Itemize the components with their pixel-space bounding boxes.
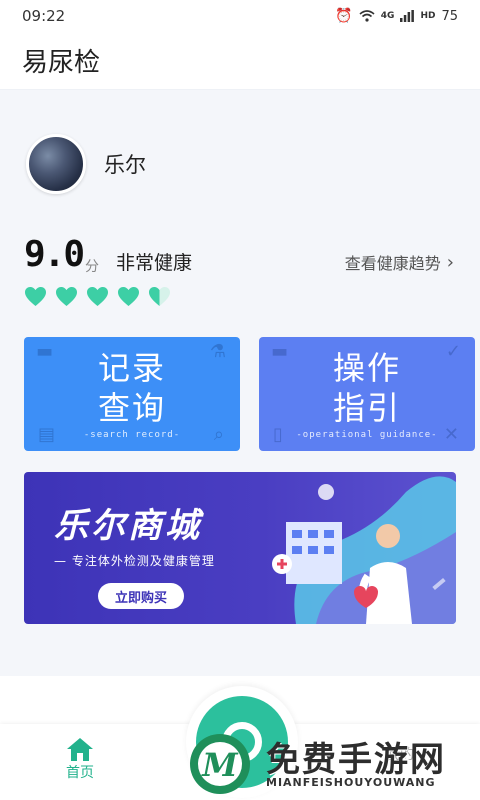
status-bar: 09:22 ⏰ 4G HD 75	[0, 0, 480, 32]
network-type-label: 4G	[380, 11, 395, 21]
heart-icon	[56, 286, 77, 307]
main-content: 乐尔 9.0 分 非常健康 查看健康趋势 › ▬ ⚗ ▤ ⌕ 记录 查询 -se…	[0, 90, 480, 676]
watermark-logo-icon: M	[190, 734, 250, 794]
phone-icon: ▯	[273, 424, 283, 445]
watermark-text: 免费手游网	[266, 740, 446, 780]
store-banner[interactable]: 乐尔商城 — 专注体外检测及健康管理 立即购买	[24, 472, 456, 624]
record-query-card[interactable]: ▬ ⚗ ▤ ⌕ 记录 查询 -search record-	[24, 337, 240, 451]
heart-icon	[25, 286, 46, 307]
hd-label: HD	[420, 11, 436, 21]
document-icon: ▤	[38, 424, 56, 445]
user-name: 乐尔	[104, 153, 146, 177]
minus-icon: ▬	[36, 341, 54, 362]
battery-level: 75	[441, 8, 458, 24]
home-icon	[67, 738, 93, 761]
heart-icon	[118, 286, 139, 307]
trend-link-label: 查看健康趋势	[344, 254, 441, 273]
check-icon: ✓	[445, 341, 461, 362]
nav-home[interactable]: 首页	[48, 736, 112, 782]
heart-icon	[149, 286, 170, 307]
minus-icon: ▬	[271, 341, 289, 362]
page-title: 易尿检	[22, 48, 101, 78]
operation-guide-title-line1: 操作	[332, 349, 401, 387]
status-icons: ⏰ 4G HD 75	[335, 8, 458, 24]
svg-text:M: M	[201, 746, 239, 784]
health-status-text: 非常健康	[116, 252, 193, 274]
wifi-icon	[359, 10, 375, 22]
banner-subtitle: — 专注体外检测及健康管理	[54, 554, 215, 568]
nav-home-label: 首页	[66, 765, 94, 781]
doctor-illustration	[272, 476, 456, 624]
record-query-subtitle: -search record-	[83, 430, 181, 440]
operation-guide-card[interactable]: ▬ ✓ ▯ ✕ 操作 指引 -operational guidance-	[259, 337, 475, 451]
search-icon: ⌕	[213, 424, 224, 445]
health-score-row: 9.0 分 非常健康 查看健康趋势 ›	[24, 234, 456, 278]
record-query-title-line2: 查询	[97, 389, 166, 427]
alarm-icon: ⏰	[335, 8, 353, 24]
close-icon: ✕	[443, 424, 459, 445]
operation-guide-title-line2: 指引	[332, 389, 401, 427]
banner-title: 乐尔商城	[54, 506, 202, 546]
health-score-unit: 分	[85, 259, 99, 275]
watermark-url: MIANFEISHOUYOUWANG	[266, 776, 436, 789]
view-health-trend-link[interactable]: 查看健康趋势 ›	[345, 250, 454, 274]
microscope-icon: ⚗	[209, 341, 226, 362]
health-score-value: 9.0	[24, 234, 85, 275]
buy-now-button[interactable]: 立即购买	[98, 583, 184, 609]
heart-icon	[87, 286, 108, 307]
user-profile[interactable]: 乐尔	[26, 134, 146, 194]
status-time: 09:22	[22, 7, 66, 25]
chevron-right-icon: ›	[446, 251, 454, 273]
signal-icon	[400, 10, 415, 22]
watermark: M 免费手游网 MIANFEISHOUYOUWANG	[186, 730, 476, 798]
heart-rating	[24, 286, 171, 307]
operation-guide-subtitle: -operational guidance-	[296, 430, 438, 440]
app-header: 易尿检	[0, 32, 480, 90]
record-query-title-line1: 记录	[97, 349, 166, 387]
avatar[interactable]	[26, 134, 86, 194]
